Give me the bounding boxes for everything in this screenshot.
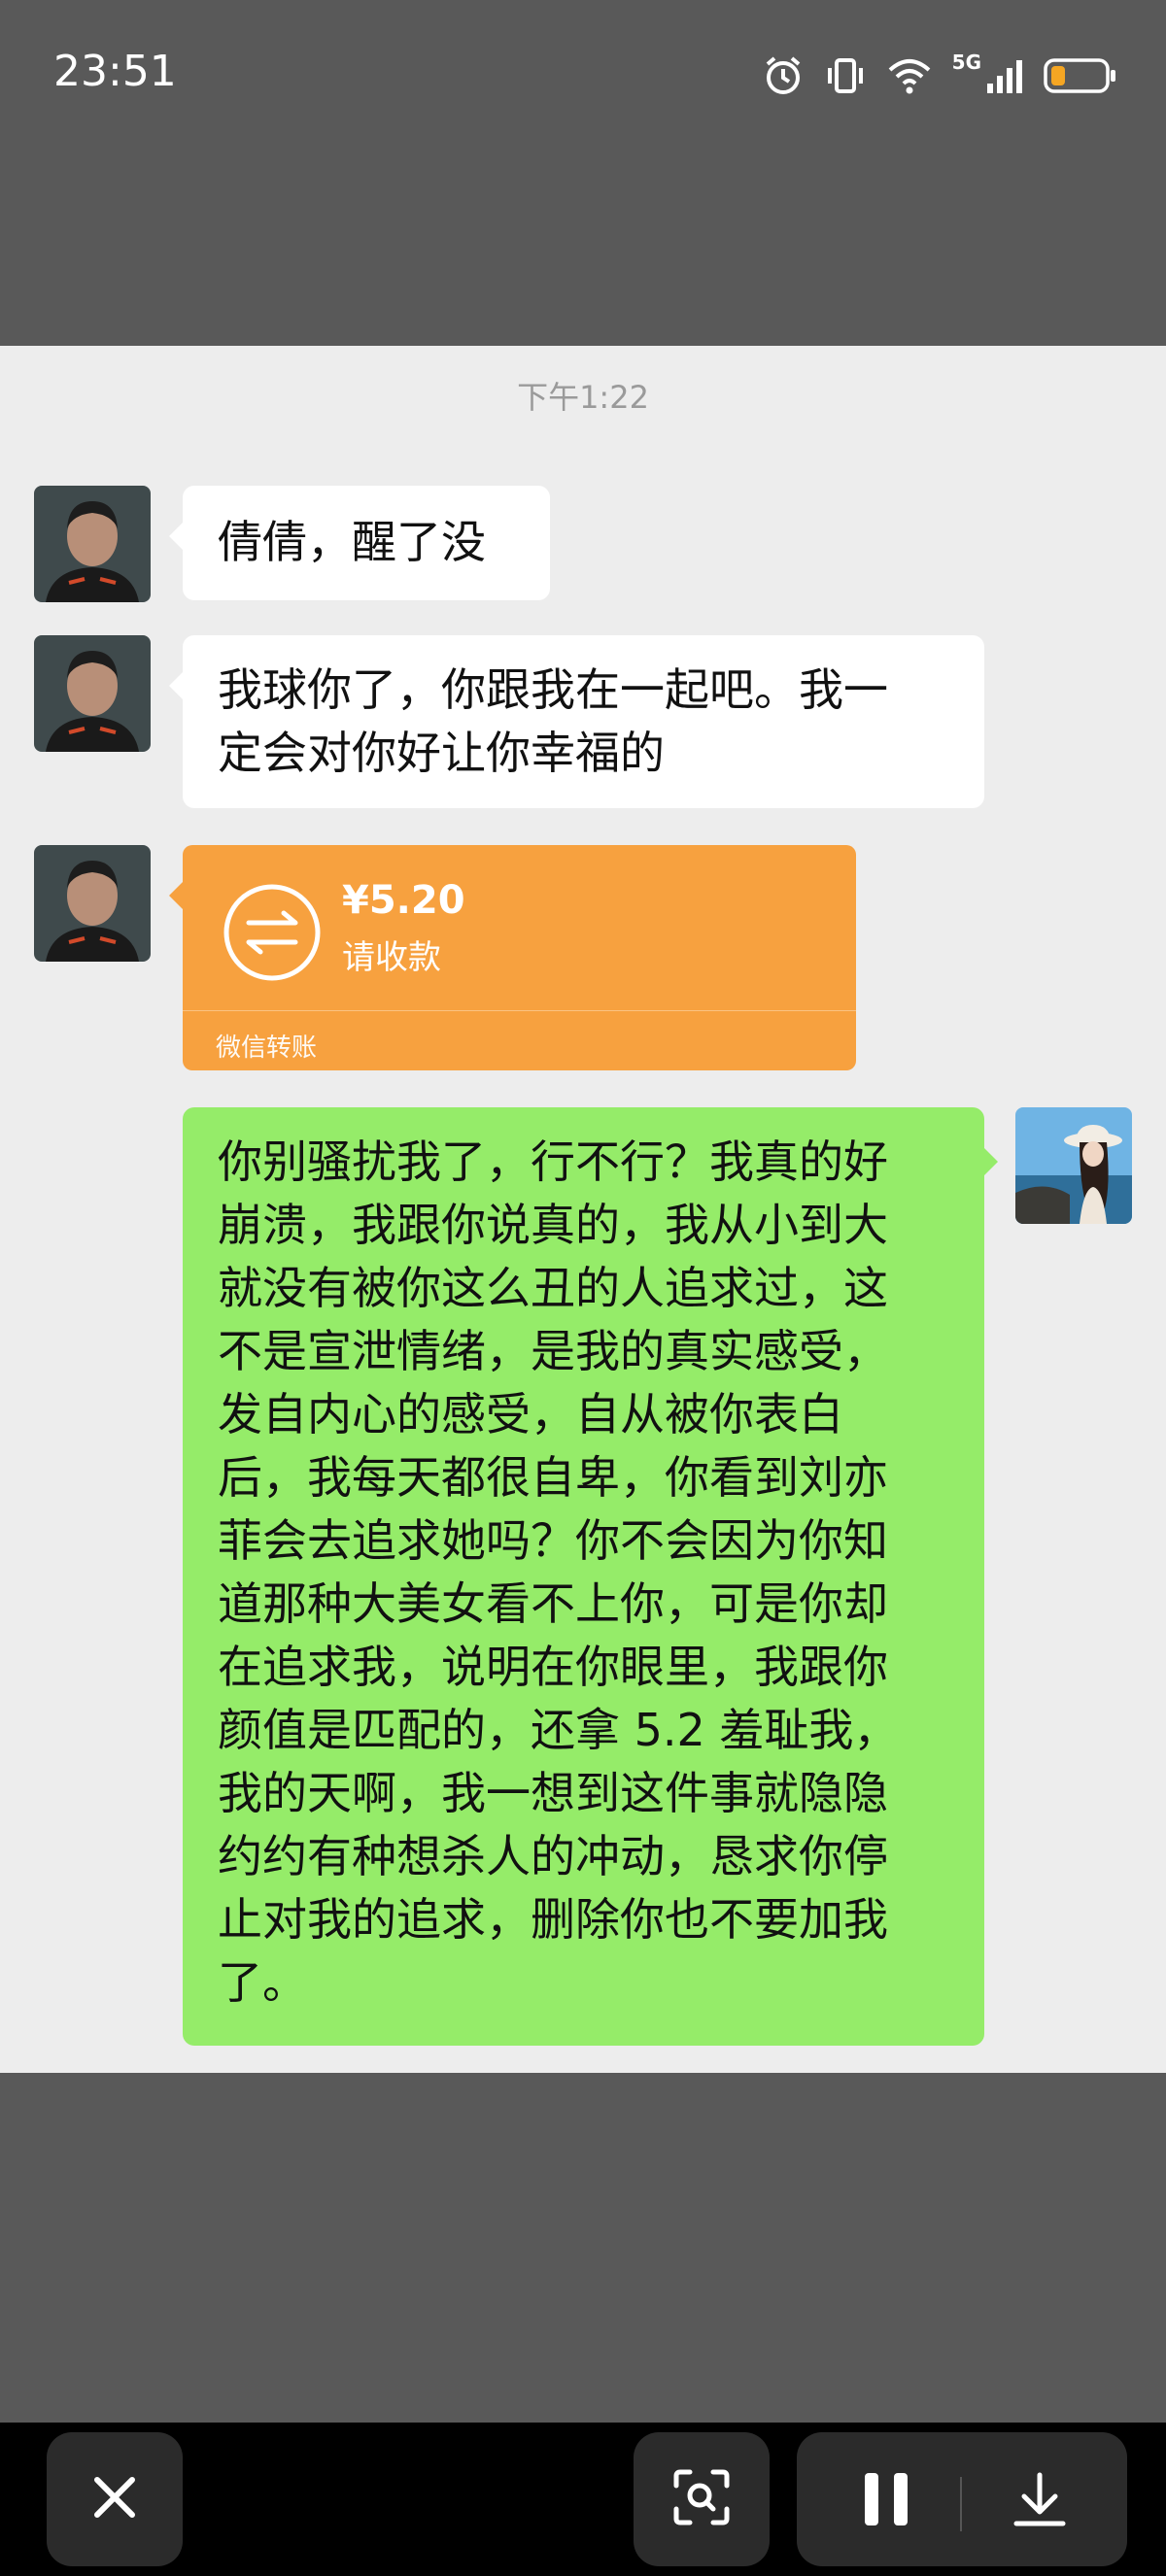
message-line: 止对我的追求，删除你也不要加我 <box>218 1893 888 1946</box>
scan-button[interactable] <box>634 2432 770 2566</box>
message-line: 我球你了，你跟我在一起吧。我一 <box>218 663 888 716</box>
message-bubble-received[interactable]: 倩倩，醒了没 <box>169 486 550 600</box>
battery-icon <box>1044 56 1117 95</box>
message-line: 了。 <box>218 1956 307 2009</box>
message-text: 倩倩，醒了没 <box>218 516 486 568</box>
message-bubble-sent[interactable]: 你别骚扰我了，行不行？我真的好 崩溃，我跟你说真的，我从小到大 就没有被你这么丑… <box>183 1107 998 2046</box>
close-icon <box>89 2472 140 2526</box>
player-controls <box>797 2432 1127 2566</box>
transfer-brand: 微信转账 <box>216 1034 318 1063</box>
bottom-toolbar <box>0 2423 1166 2576</box>
pause-icon[interactable] <box>859 2471 913 2531</box>
controls-divider <box>960 2477 962 2531</box>
scan-icon <box>672 2468 731 2530</box>
status-icons: 5G <box>762 49 1117 103</box>
transfer-icon <box>222 882 323 987</box>
status-time: 23:51 <box>53 47 177 96</box>
message-line: 道那种大美女看不上你，可是你却 <box>218 1577 888 1630</box>
close-button[interactable] <box>47 2432 183 2566</box>
avatar-other[interactable] <box>34 845 151 962</box>
signal-icon <box>985 56 1024 95</box>
message-line: 后，我每天都很自卑，你看到刘亦 <box>218 1451 888 1504</box>
avatar-self[interactable] <box>1015 1107 1132 1224</box>
message-line: 菲会去追求她吗？你不会因为你知 <box>218 1514 888 1567</box>
chat-area: 下午1:22 倩倩，醒了没 我球你了，你跟我在一起吧。我一 定会对你好让你幸福的… <box>0 346 1166 2073</box>
message-bubble-received[interactable]: 我球你了，你跟我在一起吧。我一 定会对你好让你幸福的 <box>169 635 984 808</box>
status-bar: 23:51 5G <box>0 0 1166 146</box>
message-line: 在追求我，说明在你眼里，我跟你 <box>218 1641 888 1693</box>
message-line: 我的天啊，我一想到这件事就隐隐 <box>218 1767 888 1819</box>
message-line: 约约有种想杀人的冲动，恳求你停 <box>218 1830 888 1882</box>
avatar-other[interactable] <box>34 486 151 602</box>
message-line: 颜值是匹配的，还拿 5.2 羞耻我， <box>218 1704 899 1756</box>
message-line: 崩溃，我跟你说真的，我从小到大 <box>218 1199 888 1251</box>
download-icon[interactable] <box>1011 2471 1069 2533</box>
transfer-card[interactable]: ¥5.20 请收款 微信转账 <box>169 845 856 1070</box>
message-line: 不是宣泄情绪，是我的真实感受， <box>218 1325 888 1377</box>
transfer-status: 请收款 <box>342 938 441 977</box>
message-line: 就没有被你这么丑的人追求过，这 <box>218 1262 888 1314</box>
message-line: 定会对你好让你幸福的 <box>218 727 665 779</box>
transfer-divider <box>183 1010 856 1011</box>
transfer-amount: ¥5.20 <box>342 878 465 923</box>
message-line: 你别骚扰我了，行不行？我真的好 <box>218 1135 888 1188</box>
network-type: 5G <box>951 51 981 74</box>
message-line: 发自内心的感受，自从被你表白 <box>218 1388 843 1441</box>
alarm-icon <box>762 54 805 97</box>
wifi-icon <box>886 56 933 95</box>
vibrate-icon <box>824 54 867 97</box>
avatar-other[interactable] <box>34 635 151 752</box>
chat-timestamp: 下午1:22 <box>517 379 649 416</box>
